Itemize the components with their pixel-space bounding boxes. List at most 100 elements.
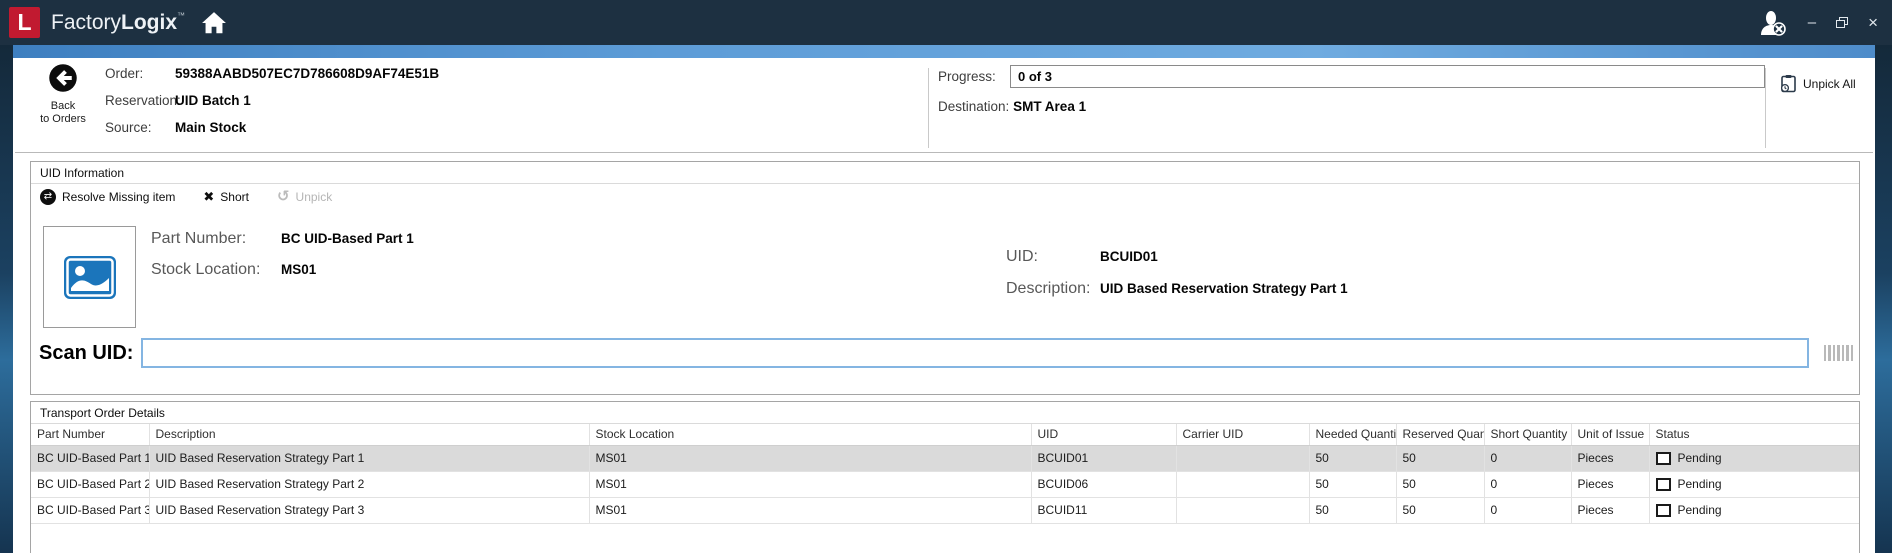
col-part-number[interactable]: Part Number bbox=[31, 424, 149, 445]
table-row[interactable]: BC UID-Based Part 3 UID Based Reservatio… bbox=[31, 497, 1859, 523]
cell-status[interactable]: Pending bbox=[1649, 497, 1859, 523]
col-uid[interactable]: UID bbox=[1031, 424, 1176, 445]
cell-part-number[interactable]: BC UID-Based Part 3 bbox=[31, 497, 149, 523]
cell-description[interactable]: UID Based Reservation Strategy Part 1 bbox=[149, 445, 589, 471]
cell-reserved-quantity[interactable]: 50 bbox=[1396, 497, 1484, 523]
col-reserved-quantity[interactable]: Reserved Quantity bbox=[1396, 424, 1484, 445]
scan-uid-row: Scan UID: bbox=[31, 338, 1859, 368]
cell-reserved-quantity[interactable]: 50 bbox=[1396, 445, 1484, 471]
resolve-missing-item-button[interactable]: ⇄ Resolve Missing item bbox=[40, 189, 175, 205]
accent-strip bbox=[13, 45, 1875, 58]
uid-label: UID: bbox=[1006, 248, 1100, 266]
user-logout-icon[interactable] bbox=[1758, 9, 1788, 37]
order-value: 59388AABD507EC7D786608D9AF74E51B bbox=[175, 66, 439, 81]
table-row[interactable]: BC UID-Based Part 1 UID Based Reservatio… bbox=[31, 445, 1859, 471]
cell-unit-of-issue[interactable]: Pieces bbox=[1571, 497, 1649, 523]
scan-uid-label: Scan UID: bbox=[39, 342, 141, 365]
cell-status[interactable]: Pending bbox=[1649, 445, 1859, 471]
col-description[interactable]: Description bbox=[149, 424, 589, 445]
cell-description[interactable]: UID Based Reservation Strategy Part 3 bbox=[149, 497, 589, 523]
short-x-icon: ✖ bbox=[203, 189, 214, 205]
cell-part-number[interactable]: BC UID-Based Part 1 bbox=[31, 445, 149, 471]
short-label: Short bbox=[220, 190, 249, 204]
trademark-symbol: ™ bbox=[177, 11, 185, 20]
progress-bar: 0 of 3 bbox=[1010, 65, 1765, 88]
part-number-value: BC UID-Based Part 1 bbox=[281, 231, 414, 246]
cell-unit-of-issue[interactable]: Pieces bbox=[1571, 471, 1649, 497]
col-status[interactable]: Status bbox=[1649, 424, 1859, 445]
part-image-placeholder bbox=[43, 226, 136, 328]
col-stock-location[interactable]: Stock Location bbox=[589, 424, 1031, 445]
uid-value: BCUID01 bbox=[1100, 249, 1348, 264]
col-carrier-uid[interactable]: Carrier UID bbox=[1176, 424, 1309, 445]
part-number-label: Part Number: bbox=[151, 230, 281, 248]
cell-uid[interactable]: BCUID06 bbox=[1031, 471, 1176, 497]
back-to-orders-button[interactable]: Back to Orders bbox=[31, 63, 95, 126]
barcode-icon bbox=[1824, 345, 1854, 361]
status-checkbox[interactable] bbox=[1656, 504, 1671, 517]
transport-order-table: Part Number Description Stock Location U… bbox=[31, 424, 1859, 524]
order-fields: Order: 59388AABD507EC7D786608D9AF74E51B … bbox=[105, 66, 439, 135]
close-button[interactable]: × bbox=[1868, 15, 1878, 30]
back-button-label-line1: Back bbox=[31, 100, 95, 113]
cell-carrier-uid[interactable] bbox=[1176, 497, 1309, 523]
restore-button[interactable] bbox=[1836, 17, 1848, 28]
home-icon[interactable] bbox=[201, 11, 227, 35]
cell-short-quantity[interactable]: 0 bbox=[1484, 445, 1571, 471]
table-row[interactable]: BC UID-Based Part 2 UID Based Reservatio… bbox=[31, 471, 1859, 497]
col-unit-of-issue[interactable]: Unit of Issue bbox=[1571, 424, 1649, 445]
status-checkbox[interactable] bbox=[1656, 452, 1671, 465]
status-checkbox[interactable] bbox=[1656, 478, 1671, 491]
brand-name: FactoryLogix™ bbox=[51, 11, 185, 35]
minimize-button[interactable]: – bbox=[1808, 15, 1816, 30]
cell-stock-location[interactable]: MS01 bbox=[589, 471, 1031, 497]
description-label: Description: bbox=[1006, 280, 1100, 298]
brand-factory: Factory bbox=[51, 11, 121, 34]
unpick-button[interactable]: ↺ Unpick bbox=[277, 190, 332, 204]
table-header-row: Part Number Description Stock Location U… bbox=[31, 424, 1859, 445]
col-short-quantity[interactable]: Short Quantity bbox=[1484, 424, 1571, 445]
stock-location-label: Stock Location: bbox=[151, 261, 281, 279]
source-value: Main Stock bbox=[175, 120, 439, 135]
divider bbox=[1765, 68, 1766, 148]
cell-part-number[interactable]: BC UID-Based Part 2 bbox=[31, 471, 149, 497]
cell-carrier-uid[interactable] bbox=[1176, 471, 1309, 497]
cell-description[interactable]: UID Based Reservation Strategy Part 2 bbox=[149, 471, 589, 497]
cell-status[interactable]: Pending bbox=[1649, 471, 1859, 497]
cell-needed-quantity[interactable]: 50 bbox=[1309, 471, 1396, 497]
cell-needed-quantity[interactable]: 50 bbox=[1309, 445, 1396, 471]
factorylogix-logo-icon: L bbox=[9, 7, 40, 38]
destination-label: Destination: bbox=[938, 99, 1009, 114]
back-button-label-line2: to Orders bbox=[31, 113, 95, 126]
cell-short-quantity[interactable]: 0 bbox=[1484, 497, 1571, 523]
progress-value: 0 of 3 bbox=[1018, 69, 1052, 84]
progress-label: Progress: bbox=[938, 69, 1010, 84]
description-value: UID Based Reservation Strategy Part 1 bbox=[1100, 281, 1348, 296]
unpick-all-label: Unpick All bbox=[1803, 77, 1856, 91]
resolve-missing-item-label: Resolve Missing item bbox=[62, 190, 175, 204]
status-label: Pending bbox=[1678, 451, 1722, 465]
col-needed-quantity[interactable]: Needed Quantity bbox=[1309, 424, 1396, 445]
cell-carrier-uid[interactable] bbox=[1176, 445, 1309, 471]
cell-stock-location[interactable]: MS01 bbox=[589, 445, 1031, 471]
brand-logix: Logix bbox=[121, 11, 177, 34]
unpick-all-button[interactable]: Unpick All bbox=[1780, 74, 1856, 93]
cell-uid[interactable]: BCUID01 bbox=[1031, 445, 1176, 471]
reservation-label: Reservation: bbox=[105, 93, 175, 108]
cell-needed-quantity[interactable]: 50 bbox=[1309, 497, 1396, 523]
divider bbox=[928, 68, 929, 148]
order-summary-panel: Back to Orders Order: 59388AABD507EC7D78… bbox=[13, 58, 1875, 152]
short-button[interactable]: ✖ Short bbox=[203, 189, 249, 205]
cell-uid[interactable]: BCUID11 bbox=[1031, 497, 1176, 523]
status-label: Pending bbox=[1678, 477, 1722, 491]
unpick-undo-icon: ↺ bbox=[277, 190, 290, 204]
unpick-label: Unpick bbox=[296, 190, 333, 204]
logo-letter: L bbox=[17, 9, 31, 36]
cell-unit-of-issue[interactable]: Pieces bbox=[1571, 445, 1649, 471]
uid-information-section: UID Information ⇄ Resolve Missing item ✖… bbox=[30, 161, 1860, 395]
back-arrow-icon bbox=[48, 63, 78, 93]
cell-short-quantity[interactable]: 0 bbox=[1484, 471, 1571, 497]
cell-reserved-quantity[interactable]: 50 bbox=[1396, 471, 1484, 497]
cell-stock-location[interactable]: MS01 bbox=[589, 497, 1031, 523]
scan-uid-input[interactable] bbox=[141, 338, 1809, 368]
